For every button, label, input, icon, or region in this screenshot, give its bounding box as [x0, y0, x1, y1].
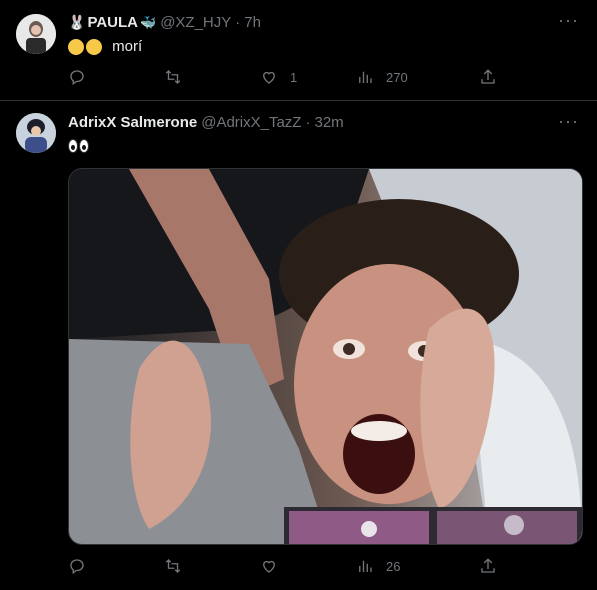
- separator-dot: ·: [305, 114, 311, 131]
- user-handle[interactable]: @XZ_HJY: [160, 14, 231, 31]
- media-photo-icon: [69, 169, 582, 544]
- share-button[interactable]: [479, 68, 497, 86]
- reply-button[interactable]: [68, 557, 164, 575]
- tweet-media-image[interactable]: [68, 168, 583, 545]
- rabbit-emoji-icon: 🐰: [68, 14, 86, 30]
- share-icon: [481, 558, 495, 573]
- retweet-button[interactable]: [164, 557, 260, 575]
- avatar[interactable]: [16, 113, 56, 153]
- retweet-icon: [165, 559, 181, 573]
- views-button[interactable]: 270: [356, 68, 452, 86]
- like-button[interactable]: 1: [260, 68, 356, 86]
- tweet-text-content: morí: [112, 38, 143, 55]
- retweet-icon: [165, 70, 181, 84]
- tweet-header: AdrixX Salmerone @AdrixX_TazZ · 32m: [68, 114, 344, 131]
- reply-icon: [70, 559, 84, 575]
- heart-icon: [263, 71, 275, 84]
- views-count: 26: [386, 558, 401, 574]
- more-options-icon[interactable]: ···: [558, 111, 579, 132]
- avatar-image-icon: [16, 14, 56, 54]
- tweet-actions: 1 270: [68, 68, 497, 86]
- avatar[interactable]: [16, 14, 56, 54]
- tweet-card[interactable]: 🐰 PAULA 🐳 @XZ_HJY · 7h ··· morí 1 270: [0, 0, 597, 101]
- more-options-icon[interactable]: ···: [558, 10, 579, 31]
- rofl-emoji-icon: [68, 39, 84, 56]
- eyes-emoji-icon: [79, 139, 89, 154]
- tweet-actions: 26: [68, 557, 497, 575]
- tweet-header: 🐰 PAULA 🐳 @XZ_HJY · 7h: [68, 14, 261, 31]
- views-button[interactable]: 26: [356, 557, 452, 575]
- timestamp[interactable]: 32m: [314, 114, 343, 131]
- display-name[interactable]: AdrixX Salmerone: [68, 114, 197, 131]
- share-button[interactable]: [479, 557, 497, 575]
- retweet-button[interactable]: [164, 68, 260, 86]
- tweet-card[interactable]: AdrixX Salmerone @AdrixX_TazZ · 32m ···: [0, 101, 597, 590]
- eyes-emoji-icon: [68, 139, 78, 154]
- whale-emoji-icon: 🐳: [140, 14, 157, 30]
- views-chart-icon: [359, 71, 372, 83]
- reply-icon: [70, 70, 84, 86]
- separator-dot: ·: [235, 14, 241, 31]
- rofl-emoji-icon: [86, 39, 102, 56]
- views-chart-icon: [359, 560, 372, 572]
- reply-button[interactable]: [68, 68, 164, 86]
- avatar-image-icon: [16, 113, 56, 153]
- like-count: 1: [290, 69, 298, 85]
- user-handle[interactable]: @AdrixX_TazZ: [201, 114, 301, 131]
- tweet-text: morí: [68, 38, 143, 56]
- like-button[interactable]: [260, 557, 356, 575]
- tweet-text: [68, 137, 90, 154]
- display-name[interactable]: PAULA: [87, 14, 138, 31]
- heart-icon: [263, 560, 275, 573]
- views-count: 270: [386, 69, 408, 85]
- timestamp[interactable]: 7h: [244, 14, 261, 31]
- share-icon: [481, 69, 495, 84]
